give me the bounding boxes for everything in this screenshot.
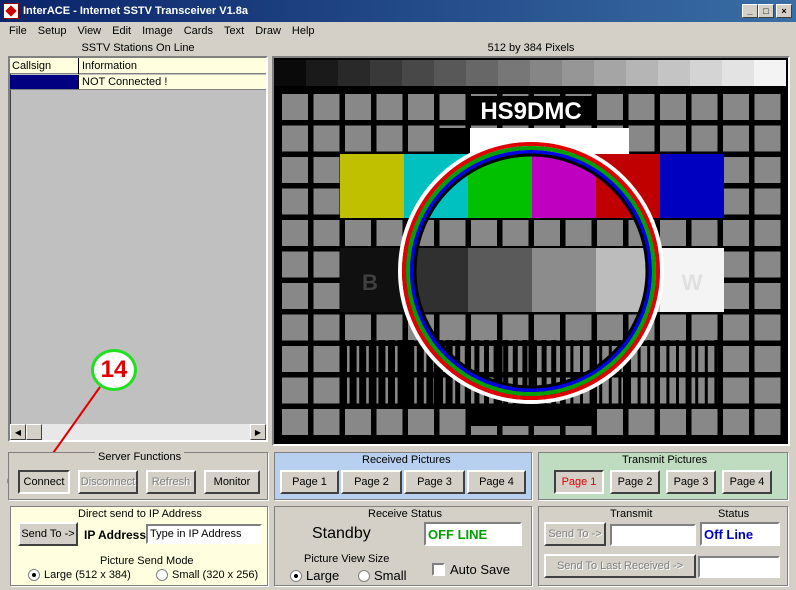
auto-save-checkbox[interactable] — [432, 563, 445, 576]
receive-line-status: OFF LINE — [424, 522, 522, 546]
transmit-page-1-button[interactable]: Page 1 — [554, 470, 604, 494]
received-page-2-button[interactable]: Page 2 — [341, 470, 402, 494]
menu-cards[interactable]: Cards — [184, 25, 213, 37]
callsign-cell — [10, 75, 78, 89]
test-card-image: HS9DMC B W — [274, 58, 788, 444]
received-pictures-title: Received Pictures — [359, 454, 454, 466]
white-label: W — [682, 270, 703, 295]
app-icon — [3, 3, 19, 19]
transmit-page-2-button[interactable]: Page 2 — [610, 470, 660, 494]
send-mode-title: Picture Send Mode — [97, 555, 197, 567]
close-button[interactable]: × — [776, 4, 792, 18]
last-received-field[interactable] — [698, 556, 780, 578]
scroll-left-icon[interactable]: ◀ — [10, 424, 26, 440]
auto-save-option[interactable]: Auto Save — [432, 562, 510, 577]
menu-help[interactable]: Help — [292, 25, 315, 37]
annotation-badge: 14 — [91, 349, 137, 391]
menu-text[interactable]: Text — [224, 25, 244, 37]
horizontal-scrollbar[interactable]: ◀ ▶ — [10, 424, 266, 440]
transmit-address-input[interactable] — [610, 524, 696, 546]
send-mode-large-radio[interactable] — [28, 569, 40, 581]
black-label: B — [362, 270, 378, 295]
menu-bar: File Setup View Edit Image Cards Text Dr… — [0, 22, 796, 40]
scroll-thumb[interactable] — [26, 424, 42, 440]
callsign-overlay: HS9DMC — [480, 98, 581, 125]
stations-list[interactable]: Callsign Information NOT Connected ! ◀ ▶ — [8, 56, 268, 442]
callsign-header[interactable]: Callsign — [12, 60, 51, 72]
send-mode-small-option[interactable]: Small (320 x 256) — [156, 569, 258, 581]
connect-button[interactable]: Connect — [18, 470, 70, 494]
info-cell: NOT Connected ! — [82, 76, 168, 88]
title-bar: InterACE - Internet SSTV Transceiver V1.… — [0, 0, 796, 22]
transmit-page-4-button[interactable]: Page 4 — [722, 470, 772, 494]
menu-edit[interactable]: Edit — [112, 25, 131, 37]
menu-draw[interactable]: Draw — [255, 25, 281, 37]
status-title: Status — [715, 508, 753, 520]
view-size-small-radio[interactable] — [358, 569, 370, 582]
table-row[interactable]: NOT Connected ! — [10, 75, 266, 90]
picture-frame[interactable]: HS9DMC B W — [272, 56, 790, 446]
refresh-button[interactable]: Refresh — [146, 470, 196, 494]
send-mode-small-radio[interactable] — [156, 569, 168, 581]
menu-view[interactable]: View — [77, 25, 101, 37]
transmit-pictures-title: Transmit Pictures — [619, 454, 711, 466]
maximize-button[interactable]: □ — [758, 4, 774, 18]
received-page-1-button[interactable]: Page 1 — [280, 470, 339, 494]
stations-caption: SSTV Stations On Line — [81, 42, 195, 54]
window-title: InterACE - Internet SSTV Transceiver V1.… — [23, 5, 248, 17]
view-size-large-option[interactable]: Large — [290, 568, 339, 583]
transmit-title: Transmit — [607, 508, 656, 520]
menu-setup[interactable]: Setup — [38, 25, 67, 37]
menu-image[interactable]: Image — [142, 25, 173, 37]
transmit-send-to-button[interactable]: Send To -> — [544, 522, 606, 546]
view-size-title: Picture View Size — [301, 553, 393, 565]
send-mode-large-option[interactable]: Large (512 x 384) — [28, 569, 131, 581]
minimize-button[interactable]: _ — [742, 4, 758, 18]
picture-caption: 512 by 384 Pixels — [487, 42, 575, 54]
disconnect-button[interactable]: Disconnect — [78, 470, 138, 494]
received-page-3-button[interactable]: Page 3 — [404, 470, 465, 494]
direct-send-title: Direct send to IP Address — [75, 508, 205, 520]
view-size-large-radio[interactable] — [290, 569, 302, 582]
receive-state: Standby — [312, 525, 371, 542]
send-to-last-received-button[interactable]: Send To Last Received -> — [544, 554, 696, 578]
monitor-button[interactable]: Monitor — [204, 470, 260, 494]
ip-address-input[interactable]: Type in IP Address — [146, 524, 262, 544]
received-page-4-button[interactable]: Page 4 — [467, 470, 526, 494]
information-header[interactable]: Information — [82, 60, 137, 72]
send-to-ip-button[interactable]: Send To -> — [18, 522, 78, 546]
ip-address-label: IP Address — [84, 528, 147, 542]
view-size-small-option[interactable]: Small — [358, 568, 407, 583]
scroll-right-icon[interactable]: ▶ — [250, 424, 266, 440]
receive-status-title: Receive Status — [365, 508, 445, 520]
transmit-status-field: Off Line — [700, 522, 780, 546]
menu-file[interactable]: File — [9, 25, 27, 37]
server-functions-title: Server Functions — [95, 451, 185, 463]
transmit-page-3-button[interactable]: Page 3 — [666, 470, 716, 494]
